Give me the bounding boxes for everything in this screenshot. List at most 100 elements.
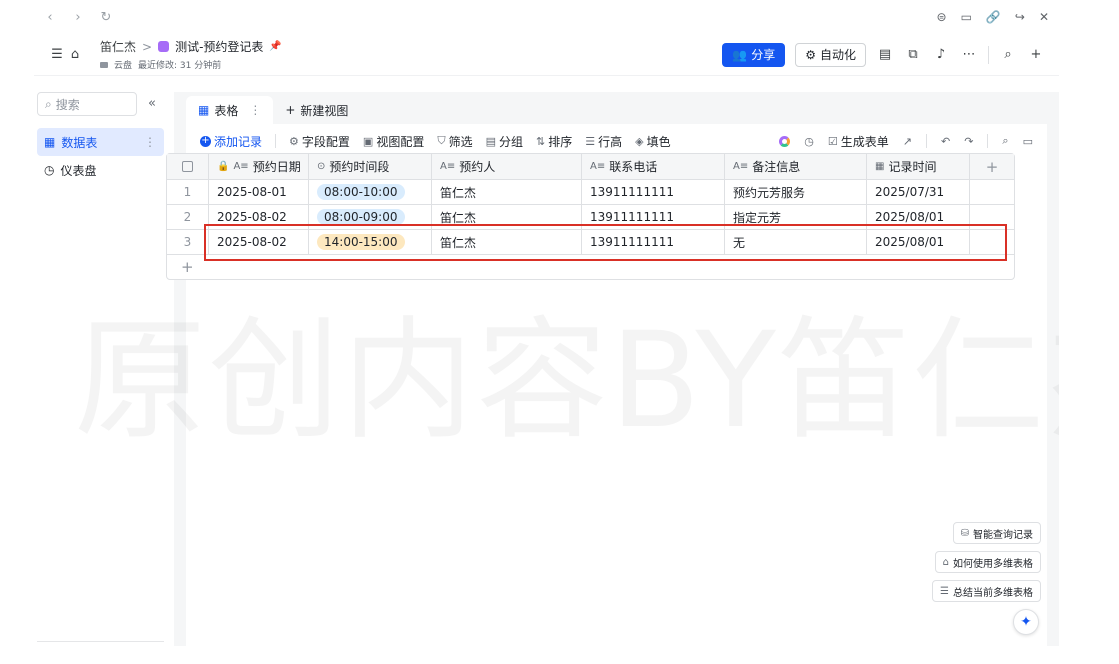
breadcrumb-separator: > (142, 39, 153, 54)
comment-icon[interactable]: ▭ (1023, 135, 1033, 148)
ai-assistant-icon[interactable] (779, 135, 791, 147)
summarize-button[interactable]: ☰ 总结当前多维表格 (932, 580, 1041, 602)
people-icon: 👥 (732, 47, 748, 62)
base-doc-icon (158, 41, 170, 52)
cell-slot[interactable]: 08:00-10:00 (309, 180, 432, 204)
sidebar-item-datatable[interactable]: ▦ 数据表 ⋮ (37, 128, 164, 156)
collapse-sidebar-icon[interactable]: « (148, 96, 156, 111)
paint-bucket-icon: ◈ (635, 134, 644, 148)
comment-icon[interactable]: ⊜ (937, 10, 947, 24)
view-tabs: ▦ 表格 ⋮ + 新建视图 (186, 92, 1047, 124)
column-header-phone[interactable]: A≡ 联系电话 (582, 154, 725, 179)
cell-recorded[interactable]: 2025/07/31 (867, 180, 970, 204)
cell-date[interactable]: 2025-08-01 (209, 180, 309, 204)
forward-share-icon[interactable]: ↪ (1015, 10, 1025, 24)
group-button[interactable]: ▤ 分组 (486, 133, 523, 150)
link-icon[interactable]: 🔗 (986, 10, 1001, 24)
window-icon[interactable]: ▭ (961, 10, 972, 24)
close-icon[interactable]: ✕ (1039, 10, 1049, 24)
tool-label: 排序 (548, 134, 573, 149)
select-field-icon: ⊙ (317, 161, 326, 172)
share-view-icon[interactable]: ↗ (903, 135, 912, 148)
add-record-button[interactable]: + 添加记录 (200, 133, 262, 150)
page-title[interactable]: 测试-预约登记表 (175, 38, 263, 55)
column-label: 预约日期 (252, 160, 301, 174)
table-icon: ▦ (44, 135, 56, 149)
find-icon[interactable]: ⌕ (1002, 134, 1008, 148)
browser-bar: ‹ › ↻ ⊜ ▭ 🔗 ↪ ✕ (34, 6, 1059, 28)
column-header-recorded[interactable]: ▦ 记录时间 (867, 154, 970, 179)
select-all-checkbox[interactable] (167, 154, 209, 179)
column-header-note[interactable]: A≡ 备注信息 (725, 154, 867, 179)
column-label: 记录时间 (888, 160, 937, 174)
column-label: 预约人 (459, 160, 496, 174)
ai-sparkle-button[interactable]: ✦ (1013, 609, 1039, 635)
dashboard-icon: ◷ (44, 163, 55, 177)
highlight-annotation (204, 224, 1007, 261)
search-input[interactable]: ⌕ 搜索 (37, 92, 137, 116)
tab-grid-view[interactable]: ▦ 表格 ⋮ (186, 96, 274, 124)
row-height-button[interactable]: ☰ 行高 (585, 133, 622, 150)
search-icon[interactable]: ⌕ (999, 47, 1017, 62)
back-icon[interactable]: ‹ (44, 10, 56, 25)
helper-label: 如何使用多维表格 (953, 558, 1033, 570)
text-field-icon: A≡ (440, 161, 456, 172)
generate-form-button[interactable]: ☑ 生成表单 (828, 133, 889, 150)
redo-icon[interactable]: ↷ (964, 135, 973, 148)
tool-label: 视图配置 (376, 134, 425, 149)
column-header-slot[interactable]: ⊙ 预约时间段 (309, 154, 432, 179)
forward-icon[interactable]: › (72, 10, 84, 25)
divider (37, 641, 164, 642)
helper-label: 总结当前多维表格 (953, 587, 1033, 599)
column-header-person[interactable]: A≡ 预约人 (432, 154, 582, 179)
plugin-icon[interactable]: ⧉ (904, 47, 922, 62)
tool-label: 分组 (499, 134, 524, 149)
location-label[interactable]: 云盘 (114, 58, 132, 71)
view-config-button[interactable]: ▣ 视图配置 (363, 133, 424, 150)
smart-query-button[interactable]: ⛁ 智能查询记录 (952, 522, 1041, 544)
field-config-button[interactable]: ⚙ 字段配置 (289, 133, 350, 150)
fill-color-button[interactable]: ◈ 填色 (635, 133, 670, 150)
more-icon[interactable]: ⋮ (249, 103, 261, 117)
modified-label: 最近修改: 31 分钟前 (138, 61, 222, 71)
filter-button[interactable]: ⛉ 筛选 (437, 133, 472, 150)
row-index: 1 (167, 180, 209, 204)
table-row[interactable]: 1 2025-08-01 08:00-10:00 笛仁杰 13911111111… (167, 180, 1014, 205)
sidebar: ⌕ 搜索 « ▦ 数据表 ⋮ ◷ 仪表盘 (34, 84, 172, 646)
breadcrumb-owner[interactable]: 笛仁杰 (100, 38, 136, 55)
column-header-date[interactable]: 🔒 A≡ 预约日期 (209, 154, 309, 179)
sort-button[interactable]: ⇅ 排序 (536, 133, 572, 150)
cell-person[interactable]: 笛仁杰 (432, 180, 582, 204)
new-view-button[interactable]: + 新建视图 (273, 96, 360, 124)
robot-icon: ⚙ (805, 47, 816, 62)
cell-phone[interactable]: 13911111111 (582, 180, 725, 204)
share-button[interactable]: 👥 分享 (722, 42, 786, 67)
tool-label: 字段配置 (301, 134, 350, 149)
search-placeholder: 搜索 (55, 97, 80, 112)
history-icon[interactable]: ◷ (804, 135, 814, 148)
template-icon[interactable]: ▤ (876, 47, 894, 62)
more-icon[interactable]: ⋮ (144, 135, 156, 149)
filter-icon: ⛉ (437, 134, 446, 147)
sidebar-item-dashboard[interactable]: ◷ 仪表盘 (37, 156, 164, 184)
pin-icon[interactable]: 📌 (269, 41, 281, 52)
bell-icon[interactable]: ♪ (932, 47, 950, 62)
outline-toggle-icon[interactable]: ☰ (48, 47, 66, 62)
form-icon: ☑ (827, 134, 838, 148)
checkbox[interactable] (182, 161, 193, 172)
plus-icon[interactable]: + (1027, 47, 1045, 62)
cell-note[interactable]: 预约元芳服务 (725, 180, 867, 204)
home-icon[interactable]: ⌂ (66, 47, 84, 62)
app-window: ‹ › ↻ ⊜ ▭ 🔗 ↪ ✕ ☰ ⌂ 笛仁杰 > 测试-预约登记表 📌 云盘 (34, 6, 1059, 646)
more-icon[interactable]: ⋯ (960, 47, 978, 62)
undo-icon[interactable]: ↶ (941, 135, 950, 148)
tab-label: 表格 (214, 103, 239, 118)
cell-empty (970, 180, 1014, 204)
how-to-use-button[interactable]: ⌂ 如何使用多维表格 (934, 551, 1041, 573)
plus-icon: + (200, 135, 211, 147)
reload-icon[interactable]: ↻ (100, 10, 112, 25)
add-column-button[interactable]: + (970, 154, 1014, 179)
automation-label: 自动化 (819, 48, 856, 62)
automation-button[interactable]: ⚙ 自动化 (795, 42, 866, 67)
view-config-icon: ▣ (362, 134, 374, 148)
